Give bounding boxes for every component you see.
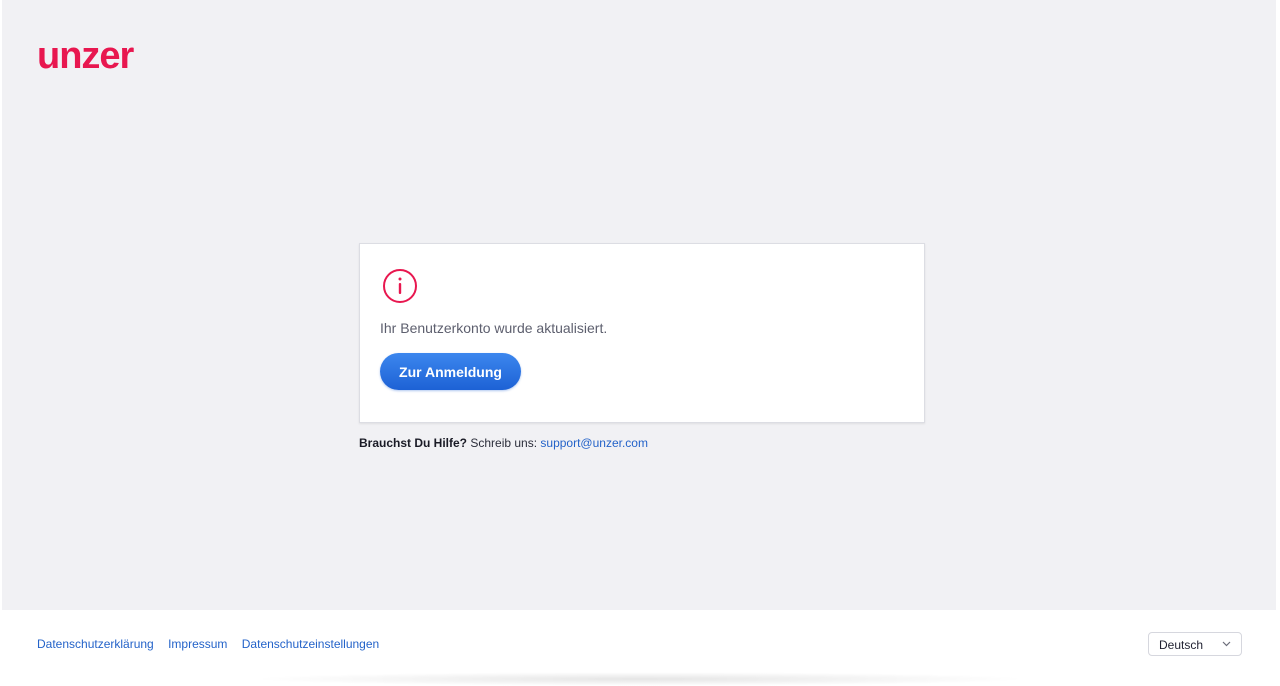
svg-text:unzer: unzer — [37, 38, 135, 74]
language-select[interactable]: Deutsch — [1148, 632, 1242, 656]
language-selected-value: Deutsch — [1159, 638, 1204, 652]
page-background: unzer Ihr Benutzerkonto wurde aktualisie… — [2, 0, 1276, 610]
bottom-shadow — [250, 672, 1030, 686]
help-question: Brauchst Du Hilfe? — [359, 436, 468, 450]
help-text: Brauchst Du Hilfe? Schreib uns: support@… — [359, 436, 648, 450]
footer-links: Datenschutzerklärung Impressum Datenschu… — [37, 637, 390, 651]
help-prompt: Schreib uns: — [470, 436, 538, 450]
privacy-policy-link[interactable]: Datenschutzerklärung — [37, 637, 154, 651]
privacy-settings-link[interactable]: Datenschutzeinstellungen — [242, 637, 379, 651]
support-email-link[interactable]: support@unzer.com — [540, 436, 648, 450]
imprint-link[interactable]: Impressum — [168, 637, 227, 651]
unzer-logo: unzer — [37, 38, 136, 74]
login-button[interactable]: Zur Anmeldung — [380, 353, 521, 390]
chevron-down-icon — [1222, 641, 1231, 647]
footer: Datenschutzerklärung Impressum Datenschu… — [2, 610, 1276, 678]
info-circle-icon — [383, 269, 417, 303]
status-message: Ihr Benutzerkonto wurde aktualisiert. — [380, 320, 608, 336]
status-card: Ihr Benutzerkonto wurde aktualisiert. Zu… — [359, 243, 925, 423]
